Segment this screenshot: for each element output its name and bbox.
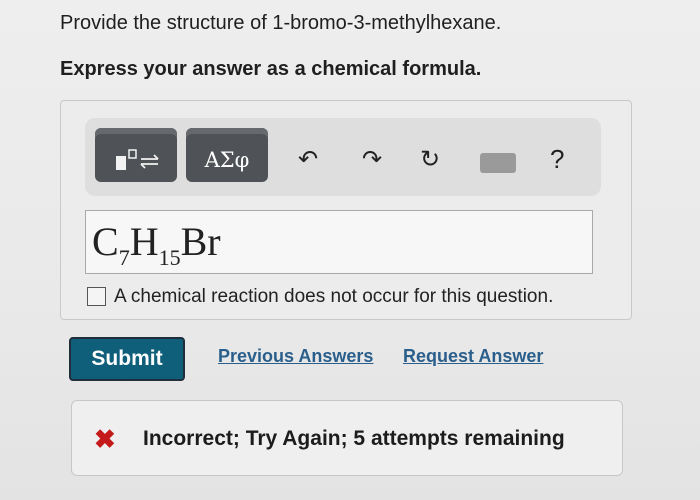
incorrect-icon: ✖ — [94, 424, 116, 454]
greek-symbols-label: AΣφ — [204, 148, 250, 172]
no-reaction-label: A chemical reaction does not occur for t… — [114, 286, 554, 307]
keyboard-icon[interactable] — [480, 153, 516, 173]
undo-icon[interactable]: ↶ — [298, 146, 318, 174]
redo-icon[interactable]: ↷ — [362, 146, 382, 174]
formula-element-c: C — [92, 219, 119, 264]
help-button[interactable]: ? — [550, 144, 564, 175]
templates-icon — [116, 149, 159, 170]
question-instruction: Express your answer as a chemical formul… — [60, 58, 482, 80]
previous-answers-link[interactable]: Previous Answers — [218, 346, 373, 367]
formula-subscript-c: 7 — [118, 245, 130, 270]
no-reaction-checkbox[interactable] — [87, 287, 106, 306]
feedback-text: Incorrect; Try Again; 5 attempts remaini… — [143, 427, 565, 450]
reset-icon[interactable]: ↻ — [420, 146, 440, 174]
formula-value: C7H15Br — [92, 218, 221, 271]
submit-button[interactable]: Submit — [69, 337, 185, 381]
formula-subscript-h: 15 — [158, 245, 181, 270]
formula-element-h: H — [129, 219, 159, 264]
question-text: Provide the structure of 1-bromo-3-methy… — [60, 12, 502, 34]
request-answer-link[interactable]: Request Answer — [403, 346, 543, 367]
formula-element-br: Br — [180, 219, 221, 264]
